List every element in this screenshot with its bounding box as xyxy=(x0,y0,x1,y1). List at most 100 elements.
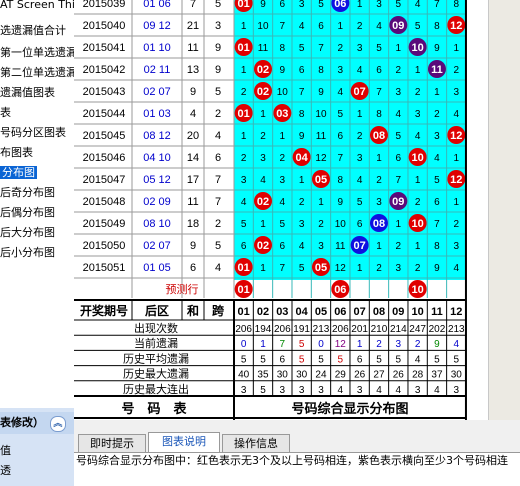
omission-value: 1 xyxy=(318,197,324,208)
stat-value: 30 xyxy=(296,370,308,381)
sidebar-panel-item[interactable]: 透 xyxy=(0,462,74,480)
stat-label: 当前遗漏 xyxy=(134,336,178,350)
span-cell: 7 xyxy=(215,196,221,208)
tree-item[interactable]: 选遗漏值合计 xyxy=(0,22,66,40)
omission-value: 12 xyxy=(335,263,347,274)
omission-value: 1 xyxy=(415,241,421,252)
tree-item[interactable]: 后奇分布图 xyxy=(0,184,55,202)
back-cell: 01 06 xyxy=(143,0,171,10)
stat-value: 24 xyxy=(315,370,327,381)
stat-value: 4 xyxy=(434,385,440,396)
omission-value: 3 xyxy=(280,175,286,186)
omission-value: 1 xyxy=(376,241,382,252)
omission-value: 11 xyxy=(258,43,269,54)
tree-item-label: 后偶分布图 xyxy=(0,206,55,219)
omission-value: 2 xyxy=(415,87,421,98)
tree-item[interactable]: 后小分布图 xyxy=(0,244,55,262)
number-ball-label: 07 xyxy=(354,86,366,98)
number-ball-label: 05 xyxy=(315,174,327,186)
stat-label: 出现次数 xyxy=(134,321,178,335)
tab-chart-description[interactable]: 图表说明 xyxy=(148,432,220,453)
back-cell: 01 10 xyxy=(143,42,171,54)
tree-item[interactable]: 后大分布图 xyxy=(0,224,55,242)
tree-item-label: 分布图 xyxy=(0,166,37,179)
omission-value: 5 xyxy=(318,0,324,10)
stat-value: 3 xyxy=(357,385,363,396)
omission-value: 4 xyxy=(396,109,402,120)
period-cell: 2015046 xyxy=(83,152,126,164)
header-back: 后区 xyxy=(145,303,169,318)
stat-value: 5 xyxy=(260,385,266,396)
omission-value: 5 xyxy=(241,219,247,230)
omission-value: 8 xyxy=(434,241,440,252)
stat-value: 0 xyxy=(241,339,247,350)
sidebar-panel-item[interactable]: 值 xyxy=(0,442,74,460)
tab-instant-tip[interactable]: 即时提示 xyxy=(78,434,146,453)
stat-value: 5 xyxy=(434,354,440,365)
tab-bar: 即时提示 图表说明 操作信息 xyxy=(74,432,520,453)
omission-value: 3 xyxy=(338,65,344,76)
header-number: 05 xyxy=(315,306,327,318)
stat-value: 5 xyxy=(299,354,305,365)
stat-value: 3 xyxy=(415,385,421,396)
omission-value: 1 xyxy=(241,21,247,32)
omission-value: 8 xyxy=(338,175,344,186)
omission-value: 2 xyxy=(241,153,247,164)
tree-item[interactable]: 第一位单选遗漏 xyxy=(0,44,74,62)
omission-value: 10 xyxy=(335,219,347,230)
omission-value: 4 xyxy=(357,65,363,76)
stat-value: 6 xyxy=(280,354,286,365)
tab-operation-info[interactable]: 操作信息 xyxy=(222,434,290,453)
sidebar-panel-title[interactable]: 表修改） ︽ xyxy=(0,412,74,434)
number-ball-label: 06 xyxy=(334,0,346,10)
tree-item[interactable]: 表 xyxy=(0,104,11,122)
number-ball-label: 03 xyxy=(276,108,288,120)
omission-value: 1 xyxy=(415,175,421,186)
vertical-scrollbar[interactable] xyxy=(488,0,520,420)
omission-value: 5 xyxy=(434,175,440,186)
description-text: 号码综合显示分布图中：红色表示无3个及以上号码相连，紫色表示横向至少3个号码相连 xyxy=(74,452,520,486)
sum-cell: 4 xyxy=(190,108,196,120)
omission-value: 2 xyxy=(415,197,421,208)
omission-value: 4 xyxy=(415,0,421,10)
header-row xyxy=(74,300,466,320)
omission-value: 4 xyxy=(260,175,266,186)
sum-cell: 17 xyxy=(187,174,199,186)
period-cell: 2015051 xyxy=(83,262,126,274)
omission-value: 4 xyxy=(415,131,421,142)
trend-chart-grid: 2015039 01 06 7 5 01 9 6 3 5 06 1 3 5 4 7 82015040 09 12… xyxy=(74,0,467,420)
chevron-up-icon[interactable]: ︽ xyxy=(49,416,66,432)
header-number: 09 xyxy=(392,306,404,318)
sum-cell: 11 xyxy=(187,42,198,54)
span-cell: 4 xyxy=(215,130,221,142)
omission-value: 3 xyxy=(454,87,460,98)
omission-value: 10 xyxy=(257,21,269,32)
tree-item[interactable]: 布图表 xyxy=(0,144,33,162)
period-cell: 2015044 xyxy=(83,108,126,120)
omission-value: 9 xyxy=(434,43,440,54)
omission-value: 8 xyxy=(454,0,460,10)
stat-value: 194 xyxy=(255,324,272,335)
tree-item[interactable]: 遗漏值图表 xyxy=(0,84,55,102)
span-cell: 5 xyxy=(215,0,221,10)
stat-value: 3 xyxy=(454,385,460,396)
tree-item[interactable]: 第二位单选遗漏 xyxy=(0,64,74,82)
tree-item[interactable]: 分布图 xyxy=(0,164,37,182)
sum-cell: 18 xyxy=(187,218,199,230)
omission-value: 10 xyxy=(277,87,289,98)
omission-value: 4 xyxy=(241,197,247,208)
panel-title-text: 表修改） xyxy=(0,416,44,429)
number-ball-label: 09 xyxy=(392,20,404,32)
number-ball-label: 01 xyxy=(238,0,250,10)
omission-value: 3 xyxy=(241,175,247,186)
omission-value: 7 xyxy=(376,87,382,98)
omission-value: 3 xyxy=(260,153,266,164)
back-cell: 04 10 xyxy=(143,152,171,164)
omission-value: 4 xyxy=(299,241,305,252)
tree-item[interactable]: 号码分区图表 xyxy=(0,124,66,142)
tree-item[interactable]: 后偶分布图 xyxy=(0,204,55,222)
back-cell: 02 07 xyxy=(143,240,171,252)
stat-value: 29 xyxy=(335,370,347,381)
tree-item[interactable]: AT Screen Thief xyxy=(0,0,74,14)
header-sum: 和 xyxy=(186,303,199,318)
